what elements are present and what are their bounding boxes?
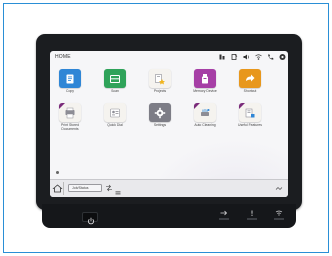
error-led	[247, 218, 257, 220]
app-useful-features-label: Useful Features	[238, 123, 262, 127]
app-scan-label: Scan	[111, 89, 119, 93]
quick-dial-icon[interactable]	[104, 103, 126, 122]
settings-gear-icon[interactable]	[149, 103, 171, 122]
app-settings[interactable]: Settings	[144, 103, 176, 128]
error-icon	[251, 210, 253, 216]
app-shortcut-label: Shortcut	[243, 89, 257, 93]
app-auto-cleaning-label: Auto Cleaning	[194, 123, 216, 127]
panel-bezel: HOME Copy Scan Projects Memory Device Sh…	[36, 34, 302, 210]
figure-frame: HOME Copy Scan Projects Memory Device Sh…	[3, 3, 329, 253]
app-scan[interactable]: Scan	[99, 69, 131, 94]
shortcut-icon[interactable]	[239, 69, 261, 88]
app-auto-cleaning[interactable]: Auto Cleaning	[189, 103, 221, 128]
home-icon	[52, 184, 63, 193]
menu-list-icon[interactable]	[114, 184, 122, 195]
error-indicator	[245, 210, 259, 222]
app-projects[interactable]: Projects	[144, 69, 176, 94]
data-indicator	[217, 210, 231, 222]
wifi-led	[274, 218, 284, 220]
settings-icon[interactable]	[278, 53, 287, 61]
wifi-indicator	[272, 210, 286, 222]
display-mode-icon[interactable]	[105, 184, 113, 192]
power-icon	[88, 217, 94, 225]
app-memory-device[interactable]: Memory Device	[189, 69, 221, 94]
memory-device-icon[interactable]	[194, 69, 216, 88]
app-useful-features[interactable]: Useful Features	[234, 103, 266, 128]
useful-features-icon[interactable]	[239, 103, 261, 122]
page-indicator-dot	[56, 171, 59, 174]
app-memory-device-label: Memory Device	[193, 89, 217, 93]
app-settings-label: Settings	[153, 123, 167, 127]
auto-cleaning-icon[interactable]	[194, 103, 216, 122]
speaker-icon[interactable]	[242, 53, 251, 61]
app-copy-label: Copy	[66, 89, 74, 93]
copy-status-icon[interactable]	[230, 53, 239, 61]
app-projects-label: Projects	[153, 89, 167, 93]
app-copy[interactable]: Copy	[54, 69, 86, 94]
status-bar: HOME	[50, 51, 288, 63]
app-print-stored-documents-label: Print Stored Documents	[61, 123, 79, 131]
power-button[interactable]	[82, 212, 98, 225]
app-print-stored-documents[interactable]: Print Stored Documents	[54, 103, 86, 132]
wifi-icon	[275, 210, 283, 216]
copy-icon[interactable]	[59, 69, 81, 88]
projects-icon[interactable]	[149, 69, 171, 88]
ink-icon[interactable]	[218, 53, 227, 61]
app-quick-dial[interactable]: Quick Dial	[99, 103, 131, 128]
home-title: HOME	[55, 54, 71, 60]
touch-screen: HOME Copy Scan Projects Memory Device Sh…	[50, 51, 288, 197]
print-stored-icon[interactable]	[59, 103, 81, 122]
phone-icon[interactable]	[266, 53, 275, 61]
home-button[interactable]	[51, 182, 64, 195]
data-led	[219, 218, 229, 220]
bottom-bar: Job/Status	[50, 179, 288, 197]
data-arrow-icon	[220, 210, 228, 216]
app-shortcut[interactable]: Shortcut	[234, 69, 266, 94]
printer-control-panel: HOME Copy Scan Projects Memory Device Sh…	[36, 34, 302, 234]
job-status-button[interactable]: Job/Status	[68, 184, 102, 192]
app-quick-dial-label: Quick Dial	[107, 123, 123, 127]
network-icon[interactable]	[254, 53, 263, 61]
wireless-direct-icon[interactable]	[274, 184, 284, 192]
scan-icon[interactable]	[104, 69, 126, 88]
hardware-button-strip	[42, 204, 296, 228]
